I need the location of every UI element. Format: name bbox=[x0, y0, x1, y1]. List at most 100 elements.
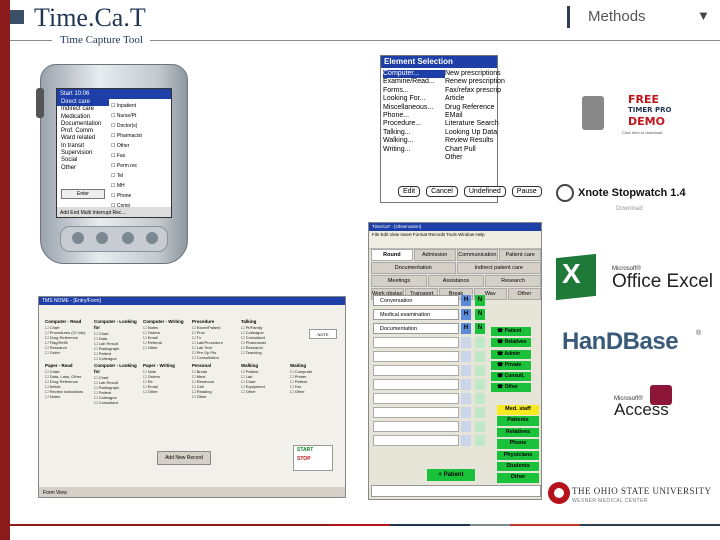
h-flag[interactable] bbox=[461, 407, 471, 418]
role-button[interactable]: ☎ Other bbox=[491, 383, 531, 393]
element-subcategory-item[interactable]: Drug Reference bbox=[445, 104, 499, 112]
element-category-item[interactable]: Miscellaneous... bbox=[383, 104, 445, 112]
pda-checkbox[interactable]: ☐ Perm.rec bbox=[111, 161, 171, 171]
element-category-item[interactable]: Procedure... bbox=[383, 120, 445, 128]
activity-checkbox[interactable]: ☐ Consultation bbox=[192, 355, 241, 360]
empty-activity-field[interactable] bbox=[373, 421, 459, 432]
element-subcategory-item[interactable]: Article bbox=[445, 95, 499, 103]
category-tab[interactable]: Research bbox=[485, 275, 541, 287]
contact-button[interactable]: Phone bbox=[497, 439, 539, 449]
category-tab[interactable]: Meetings bbox=[371, 275, 427, 287]
activity-checkbox[interactable]: ☐ Consultant bbox=[94, 400, 143, 405]
activity-field[interactable]: Documentation bbox=[373, 323, 459, 334]
chevron-down-icon[interactable]: ▼ bbox=[697, 8, 710, 23]
element-category-item[interactable]: Walking... bbox=[383, 137, 445, 145]
element-subcategory-item[interactable]: New prescriptions bbox=[445, 70, 501, 78]
role-button[interactable]: ☎ Private bbox=[491, 360, 531, 370]
element-subcategory-item[interactable]: EMail bbox=[445, 112, 499, 120]
role-button[interactable]: ☎ Relatives bbox=[491, 338, 531, 348]
pda-checkbox[interactable]: ☐ Phone bbox=[111, 191, 171, 201]
pda-checkbox[interactable]: ☐ Pharmacist bbox=[111, 131, 171, 141]
n-flag[interactable] bbox=[475, 421, 485, 432]
empty-activity-field[interactable] bbox=[373, 435, 459, 446]
activity-checkbox[interactable]: ☐ Teaching bbox=[241, 350, 290, 355]
category-tab[interactable]: Admission bbox=[413, 249, 456, 261]
timer-pro-demo-logo[interactable]: FREE TIMER PRO DEMO Click here to downlo… bbox=[582, 92, 692, 140]
h-flag[interactable]: H bbox=[461, 323, 471, 334]
pda-activity-item[interactable]: In transit bbox=[57, 143, 109, 150]
element-dialog-button[interactable]: Undefined bbox=[463, 186, 506, 197]
pda-activity-item[interactable]: Direct care bbox=[57, 99, 109, 107]
category-tab[interactable]: Indirect patient care bbox=[456, 262, 541, 274]
activity-checkbox[interactable]: ☐ Notes bbox=[45, 394, 94, 399]
n-flag[interactable] bbox=[475, 435, 485, 446]
pda-checkbox[interactable]: ☐ Inpatient bbox=[111, 101, 171, 111]
category-tab[interactable]: Other bbox=[507, 288, 541, 300]
start-button[interactable]: START bbox=[294, 446, 332, 455]
h-flag[interactable]: H bbox=[461, 309, 471, 320]
pda-checkbox[interactable]: ☐ Fax bbox=[111, 151, 171, 161]
h-flag[interactable] bbox=[461, 421, 471, 432]
activity-checkbox[interactable]: ☐ Other bbox=[241, 389, 290, 394]
contact-button[interactable]: Med. staff bbox=[497, 405, 539, 415]
add-record-button[interactable]: Add New Record bbox=[157, 451, 211, 465]
role-button[interactable]: ☎ Patient bbox=[491, 327, 531, 336]
pda-activity-item[interactable]: Ward related bbox=[57, 135, 109, 142]
n-flag[interactable] bbox=[475, 337, 485, 348]
role-button[interactable]: ☎ Consult. bbox=[491, 372, 531, 382]
pda-enter-button[interactable]: Enter bbox=[61, 189, 105, 199]
contact-button[interactable]: Students bbox=[497, 461, 539, 472]
n-flag[interactable] bbox=[475, 365, 485, 376]
contact-button[interactable]: Patients bbox=[497, 416, 539, 426]
category-tab[interactable]: Round bbox=[371, 249, 413, 261]
pda-activity-item[interactable]: Prof. Comm bbox=[57, 128, 109, 135]
pda-checkbox[interactable]: ☐ Nurse/Pt bbox=[111, 111, 171, 121]
pda-activity-item[interactable]: Indirect care bbox=[57, 106, 109, 113]
observation-notes-field[interactable] bbox=[371, 485, 541, 497]
pda-activity-item[interactable]: Documentation bbox=[57, 121, 109, 128]
activity-checkbox[interactable]: ☐ Colleague bbox=[94, 356, 143, 361]
pda-activity-item[interactable]: Social bbox=[57, 157, 109, 164]
empty-activity-field[interactable] bbox=[373, 379, 459, 390]
activity-checkbox[interactable]: ☐ Other bbox=[143, 389, 192, 394]
element-category-item[interactable]: Forms... bbox=[383, 87, 445, 95]
h-flag[interactable] bbox=[461, 337, 471, 348]
h-flag[interactable] bbox=[461, 393, 471, 404]
n-flag[interactable] bbox=[475, 379, 485, 390]
observation-menu-bar[interactable]: File Edit View Insert Format Records Too… bbox=[369, 231, 541, 239]
activity-checkbox[interactable]: ☐ Other bbox=[192, 394, 241, 399]
empty-activity-field[interactable] bbox=[373, 365, 459, 376]
contact-button[interactable]: Other bbox=[497, 473, 539, 483]
empty-activity-field[interactable] bbox=[373, 337, 459, 348]
n-flag[interactable] bbox=[475, 407, 485, 418]
activity-checkbox[interactable]: ☐ Other bbox=[290, 389, 339, 394]
element-category-item[interactable]: Writing... bbox=[383, 146, 445, 154]
activity-field[interactable]: Conversation bbox=[373, 295, 459, 306]
empty-activity-field[interactable] bbox=[373, 351, 459, 362]
element-subcategory-item[interactable]: Review Results bbox=[445, 137, 499, 145]
pda-activity-item[interactable]: Other bbox=[57, 165, 109, 172]
h-flag[interactable] bbox=[461, 351, 471, 362]
h-flag[interactable]: H bbox=[461, 295, 471, 306]
n-flag[interactable]: N bbox=[475, 323, 485, 334]
stop-button[interactable]: STOP bbox=[294, 455, 332, 464]
element-dialog-button[interactable]: Edit bbox=[398, 186, 421, 197]
h-flag[interactable] bbox=[461, 379, 471, 390]
pda-checkbox[interactable]: ☐ Tel bbox=[111, 171, 171, 181]
activity-checkbox[interactable]: ☐ Order bbox=[45, 350, 94, 355]
element-dialog-button[interactable]: Pause bbox=[511, 186, 542, 197]
empty-activity-field[interactable] bbox=[373, 407, 459, 418]
element-subcategory-item[interactable]: Looking Up Data bbox=[445, 129, 499, 137]
add-patient-button[interactable]: + Patient bbox=[427, 469, 475, 481]
category-tab[interactable]: Patient care bbox=[499, 249, 541, 261]
activity-checkbox[interactable]: ☐ Other bbox=[143, 345, 192, 350]
pda-menu-footer[interactable]: Add End Multi Interrupt Rec... bbox=[60, 210, 126, 216]
h-flag[interactable] bbox=[461, 365, 471, 376]
activity-field[interactable]: Medical examination bbox=[373, 309, 459, 320]
n-flag[interactable]: N bbox=[475, 309, 485, 320]
xnote-download-link[interactable]: Download bbox=[616, 206, 643, 212]
pda-checkbox[interactable]: ☐ MH bbox=[111, 181, 171, 191]
category-tab[interactable]: Assistance bbox=[428, 275, 484, 287]
element-category-item[interactable]: Examine/Read... bbox=[383, 78, 445, 86]
element-subcategory-item[interactable]: Chart Pull bbox=[445, 146, 499, 154]
